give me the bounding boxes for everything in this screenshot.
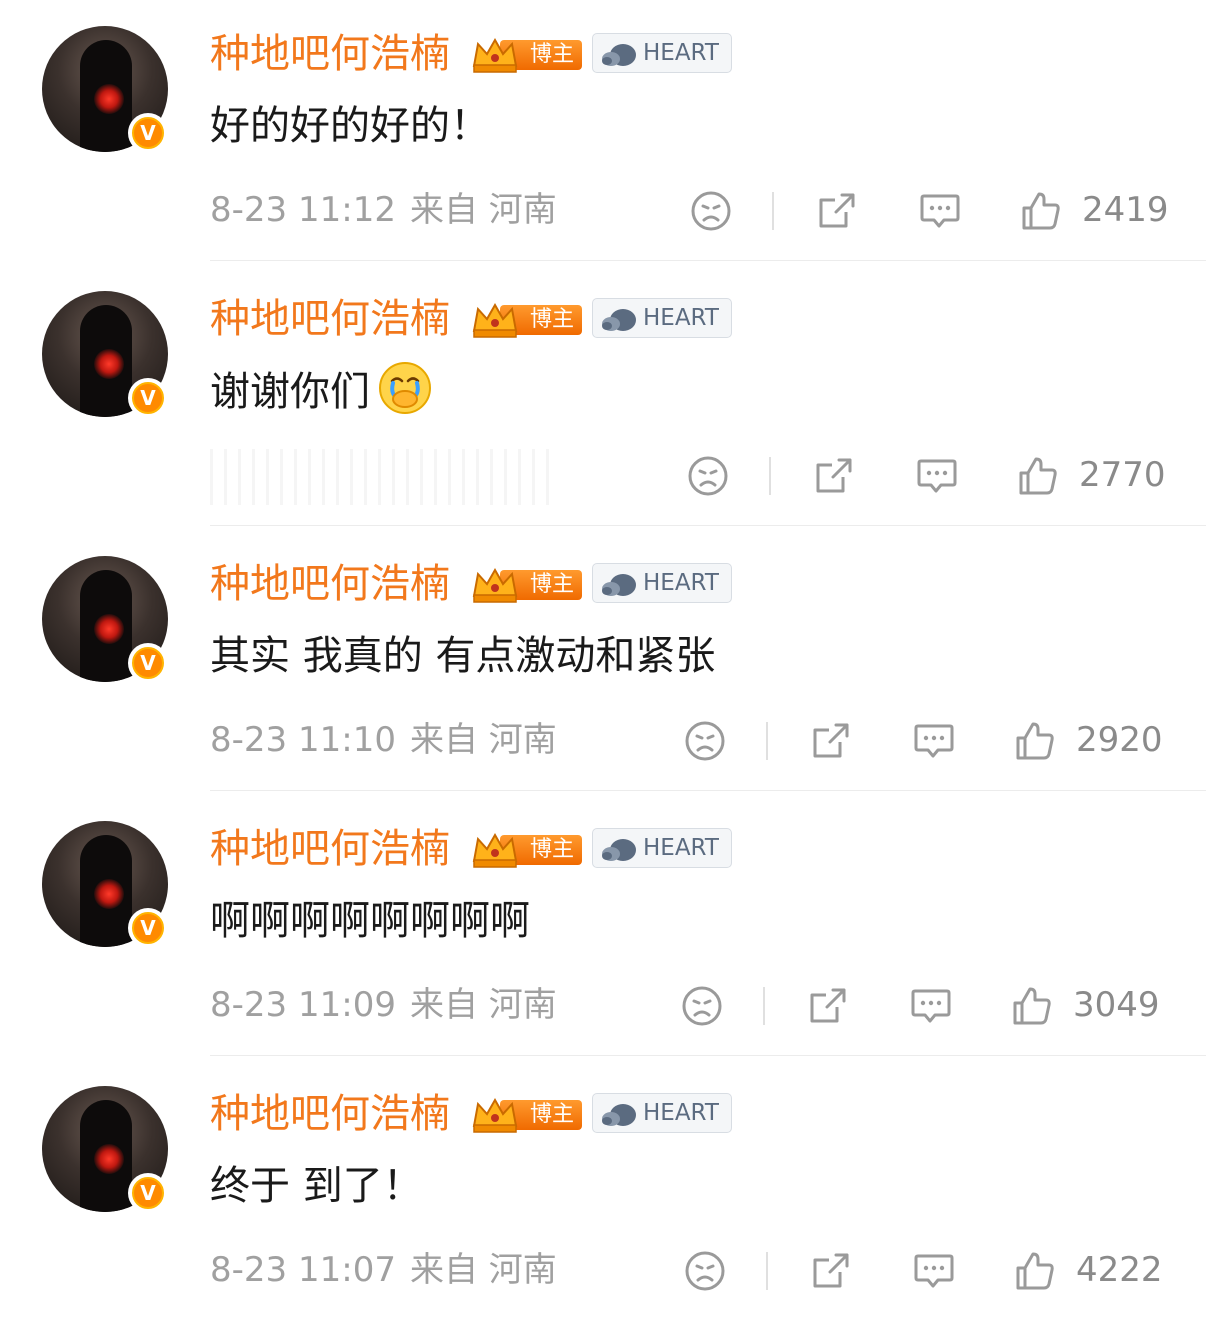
- username[interactable]: 种地吧何浩楠: [210, 28, 450, 80]
- fan-group-tag[interactable]: HEART: [592, 563, 732, 603]
- crown-icon: [472, 1097, 518, 1133]
- username[interactable]: 种地吧何浩楠: [210, 823, 450, 875]
- fan-group-label: HEART: [643, 305, 719, 331]
- action-divider: [766, 1252, 768, 1290]
- crown-icon: [472, 302, 518, 338]
- comment-text: 终于 到了！: [210, 1163, 423, 1209]
- cloud-icon: [602, 1104, 636, 1126]
- comment-actions: 2770: [0, 451, 1206, 499]
- cloud-icon: [602, 309, 636, 331]
- comment-separator: [210, 260, 1206, 261]
- sad-face-icon[interactable]: [684, 1250, 726, 1292]
- verified-mark: V: [132, 117, 164, 149]
- comment-item: V 种地吧何浩楠 博主 HEART 终于 到了！ 8-23 11:07 来自 河南: [0, 1060, 1206, 1325]
- fan-group-label: HEART: [643, 835, 719, 861]
- share-icon[interactable]: [810, 1250, 852, 1292]
- comment-text: 谢谢你们: [210, 361, 432, 422]
- thumbs-up-icon[interactable]: [1014, 1250, 1056, 1292]
- verified-v-icon: V: [128, 1173, 168, 1213]
- verified-mark: V: [132, 382, 164, 414]
- cloud-icon: [602, 44, 636, 66]
- crown-icon: [472, 832, 518, 868]
- crown-icon: [472, 567, 518, 603]
- fan-group-label: HEART: [643, 1100, 719, 1126]
- comment-bubble-icon[interactable]: [909, 985, 953, 1027]
- like-count[interactable]: 2920: [1076, 716, 1163, 764]
- fan-group-tag[interactable]: HEART: [592, 828, 732, 868]
- verified-v-icon: V: [128, 908, 168, 948]
- sad-face-icon[interactable]: [690, 190, 732, 232]
- like-count[interactable]: 2419: [1082, 186, 1169, 234]
- comment-separator: [210, 1055, 1206, 1056]
- fan-group-tag[interactable]: HEART: [592, 298, 732, 338]
- blogger-badge: 博主: [470, 829, 582, 869]
- thumbs-up-icon[interactable]: [1014, 720, 1056, 762]
- share-icon[interactable]: [813, 455, 855, 497]
- like-count[interactable]: 4222: [1076, 1246, 1163, 1294]
- action-divider: [766, 722, 768, 760]
- action-divider: [763, 987, 765, 1025]
- comment-item: V 种地吧何浩楠 博主 HEART 好的好的好的！ 8-23 11:12 来自 河…: [0, 0, 1206, 265]
- crying-covering-mouth-emoji: [379, 362, 431, 414]
- action-divider: [769, 457, 771, 495]
- username[interactable]: 种地吧何浩楠: [210, 558, 450, 610]
- verified-v-icon: V: [128, 378, 168, 418]
- thumbs-up-icon[interactable]: [1020, 190, 1062, 232]
- like-count[interactable]: 2770: [1079, 451, 1166, 499]
- fan-group-tag[interactable]: HEART: [592, 1093, 732, 1133]
- verified-v-icon: V: [128, 643, 168, 683]
- comment-actions: 4222: [0, 1246, 1206, 1294]
- blogger-badge: 博主: [470, 564, 582, 604]
- cloud-icon: [602, 574, 636, 596]
- fan-group-label: HEART: [643, 40, 719, 66]
- blogger-badge: 博主: [470, 299, 582, 339]
- username[interactable]: 种地吧何浩楠: [210, 293, 450, 345]
- comment-text: 其实 我真的 有点激动和紧张: [210, 633, 716, 679]
- fan-group-tag[interactable]: HEART: [592, 33, 732, 73]
- comment-bubble-icon[interactable]: [915, 455, 959, 497]
- comment-actions: 2920: [0, 716, 1206, 764]
- share-icon[interactable]: [816, 190, 858, 232]
- comment-bubble-icon[interactable]: [912, 1250, 956, 1292]
- share-icon[interactable]: [810, 720, 852, 762]
- cloud-icon: [602, 839, 636, 861]
- sad-face-icon[interactable]: [681, 985, 723, 1027]
- username[interactable]: 种地吧何浩楠: [210, 1088, 450, 1140]
- thumbs-up-icon[interactable]: [1011, 985, 1053, 1027]
- comment-item: V 种地吧何浩楠 博主 HEART 其实 我真的 有点激动和紧张 8-23 11…: [0, 530, 1206, 795]
- verified-v-icon: V: [128, 113, 168, 153]
- comment-text: 好的好的好的！: [210, 103, 490, 149]
- comment-item: V 种地吧何浩楠 博主 HEART 啊啊啊啊啊啊啊啊 8-23 11:09 来自 …: [0, 795, 1206, 1060]
- comment-text: 啊啊啊啊啊啊啊啊: [210, 898, 530, 944]
- verified-mark: V: [132, 1177, 164, 1209]
- comment-item: V 种地吧何浩楠 博主 HEART 谢谢你们 2770: [0, 265, 1206, 530]
- obscured-meta: [210, 449, 550, 505]
- comment-separator: [210, 790, 1206, 791]
- comment-actions: 2419: [0, 186, 1206, 234]
- comment-separator: [210, 525, 1206, 526]
- fan-group-label: HEART: [643, 570, 719, 596]
- sad-face-icon[interactable]: [687, 455, 729, 497]
- blogger-badge: 博主: [470, 34, 582, 74]
- comment-actions: 3049: [0, 981, 1206, 1029]
- share-icon[interactable]: [807, 985, 849, 1027]
- verified-mark: V: [132, 912, 164, 944]
- blogger-badge: 博主: [470, 1094, 582, 1134]
- action-divider: [772, 192, 774, 230]
- comment-bubble-icon[interactable]: [918, 190, 962, 232]
- comment-bubble-icon[interactable]: [912, 720, 956, 762]
- crown-icon: [472, 37, 518, 73]
- verified-mark: V: [132, 647, 164, 679]
- sad-face-icon[interactable]: [684, 720, 726, 762]
- thumbs-up-icon[interactable]: [1017, 455, 1059, 497]
- like-count[interactable]: 3049: [1073, 981, 1160, 1029]
